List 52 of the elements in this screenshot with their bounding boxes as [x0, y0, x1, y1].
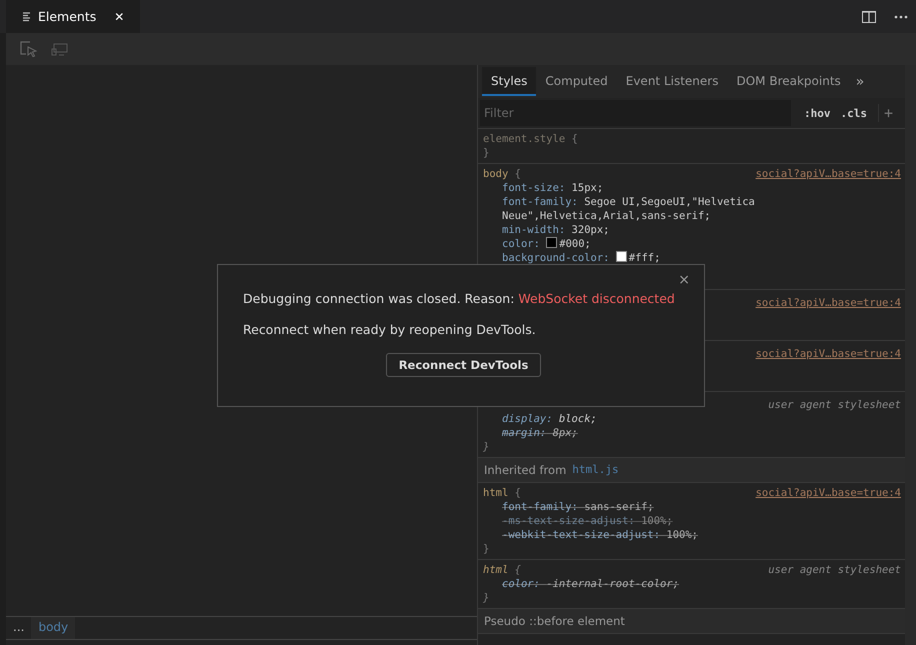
- source-link[interactable]: social?apiV…base=true:4: [756, 486, 901, 500]
- css-declaration: -webkit-text-size-adjust: 100%;: [501, 528, 699, 542]
- css-selector: html {: [483, 563, 521, 577]
- lines-icon: [22, 12, 32, 22]
- split-layout-icon[interactable]: [862, 10, 876, 22]
- panel-tab[interactable]: DOM Breakpoints: [727, 67, 850, 96]
- section-header: Pseudo ::before element: [484, 614, 625, 628]
- css-declaration: color: #000;: [501, 237, 592, 251]
- panel-tab[interactable]: Event Listeners: [616, 67, 728, 96]
- breadcrumb-item[interactable]: body: [31, 617, 76, 639]
- color-swatch[interactable]: [546, 237, 558, 248]
- source-link[interactable]: social?apiV…base=true:4: [756, 347, 901, 361]
- closing-brace: }: [483, 146, 490, 160]
- reconnect-button[interactable]: Reconnect DevTools: [386, 353, 542, 377]
- tab-label: Elements: [38, 9, 96, 24]
- breadcrumb-item[interactable]: ...: [6, 617, 32, 639]
- inspect-icon[interactable]: [20, 41, 37, 57]
- color-swatch[interactable]: [616, 251, 627, 262]
- panel-tab[interactable]: Styles: [482, 67, 536, 96]
- closing-brace: }: [483, 440, 490, 454]
- css-declaration: color: -internal-root-color;: [501, 577, 680, 591]
- css-declaration: background-color: #fff;: [501, 251, 662, 265]
- panel-tab[interactable]: Computed: [536, 67, 617, 96]
- source-link[interactable]: social?apiV…base=true:4: [756, 167, 901, 181]
- class-toggle[interactable]: .cls: [836, 106, 872, 120]
- close-icon[interactable]: ×: [678, 272, 690, 288]
- add-rule-button[interactable]: +: [878, 104, 898, 122]
- section-header: Inherited from: [484, 463, 566, 477]
- filter-field[interactable]: Filter: [480, 100, 791, 126]
- css-declaration: font-size: 15px;: [501, 181, 604, 195]
- dialog-hint: Reconnect when ready by reopening DevTools.: [243, 322, 537, 337]
- closing-brace: }: [483, 542, 490, 556]
- css-declaration: -ms-text-size-adjust: 100%;: [501, 514, 674, 528]
- more-icon[interactable]: [894, 14, 908, 18]
- css-declaration: min-width: 320px;: [501, 223, 610, 237]
- css-declaration: display: block;: [501, 412, 598, 426]
- hover-toggle[interactable]: :hov: [799, 106, 836, 120]
- file-link[interactable]: html.js: [572, 463, 619, 477]
- css-selector: element.style {: [483, 132, 578, 146]
- closing-brace: }: [483, 591, 490, 605]
- css-declaration: font-family: Segoe UI,SegoeUI,"Helvetica Neue",Helvetica,Arial,sans-serif;: [501, 195, 756, 223]
- css-selector: body {: [483, 167, 521, 181]
- css-selector: html {: [483, 486, 521, 500]
- elements-tab[interactable]: Elements ✕: [6, 0, 140, 33]
- close-icon[interactable]: ✕: [114, 10, 124, 24]
- more-tabs-icon[interactable]: »: [850, 74, 870, 90]
- source-link[interactable]: social?apiV…base=true:4: [756, 296, 901, 310]
- dialog-message: Debugging connection was closed. Reason: WebSocket disconnected: [243, 291, 676, 306]
- css-declaration: font-family: sans-serif;: [501, 500, 655, 514]
- source-label: user agent stylesheet: [768, 398, 901, 412]
- source-label: user agent stylesheet: [768, 563, 901, 577]
- css-declaration: margin: 8px;: [501, 426, 579, 440]
